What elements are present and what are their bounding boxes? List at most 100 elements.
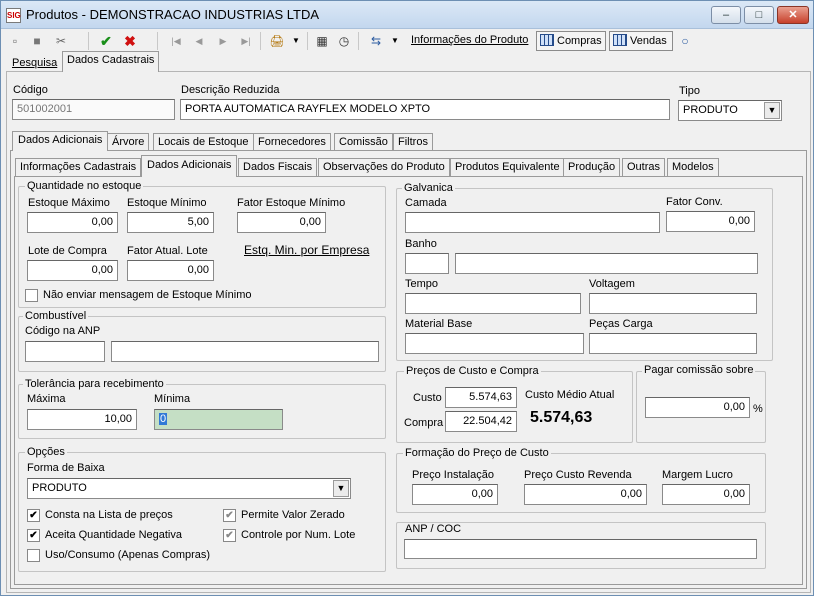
compra-field[interactable]: 22.504,42 (445, 411, 517, 432)
print-icon[interactable]: 🖨 (268, 32, 286, 50)
anp-description-field[interactable] (111, 341, 379, 362)
vendas-label: Vendas (630, 35, 667, 47)
tempo-field[interactable] (405, 293, 581, 314)
tab-dados-cadastrais[interactable]: Dados Cadastrais (62, 51, 160, 72)
uso-consumo-checkbox[interactable] (27, 549, 40, 562)
calendar-icon (613, 34, 627, 46)
print-dropdown-icon[interactable]: ▼ (290, 32, 302, 50)
lote-compra-field[interactable]: 0,00 (27, 260, 118, 281)
forma-baixa-select[interactable]: PRODUTO (27, 478, 351, 499)
galvanica-group-title: Galvanica (402, 182, 455, 194)
estoque-group-title: Quantidade no estoque (25, 180, 144, 192)
anp-coc-field[interactable] (404, 539, 757, 559)
aceita-negativa-checkbox[interactable]: ✔ (27, 529, 40, 542)
minimize-button[interactable]: – (711, 6, 741, 24)
subtab-informacoes-cadastrais[interactable]: Informações Cadastrais (15, 158, 142, 176)
descricao-label: Descrição Reduzida (181, 84, 280, 96)
first-icon[interactable]: |◀ (167, 32, 185, 50)
tolerancia-min-value: 0 (159, 413, 168, 425)
anp-code-field[interactable] (25, 341, 105, 362)
tab-comissao[interactable]: Comissão (334, 133, 393, 151)
delete-icon[interactable]: ✂ (53, 32, 69, 50)
permite-zerado-checkbox[interactable]: ✔ (223, 509, 236, 522)
uso-consumo-label: Uso/Consumo (Apenas Compras) (45, 549, 211, 561)
banho-description-field[interactable] (455, 253, 758, 274)
confirm-icon[interactable]: ✔ (98, 32, 114, 50)
calculator-icon[interactable]: ▦ (314, 32, 330, 50)
pecas-carga-label: Peças Carga (589, 318, 653, 330)
vendas-button[interactable]: Vendas (609, 31, 673, 51)
descricao-field[interactable]: PORTA AUTOMATICA RAYFLEX MODELO XPTO (180, 99, 670, 120)
subtab-dados-adicionais[interactable]: Dados Adicionais (141, 155, 238, 177)
consta-lista-checkbox[interactable]: ✔ (27, 509, 40, 522)
next-icon[interactable]: ▶ (215, 32, 231, 50)
fator-conv-field[interactable]: 0,00 (666, 211, 755, 232)
subtab-producao[interactable]: Produção (563, 158, 621, 176)
subtab-outras[interactable]: Outras (622, 158, 666, 176)
banho-code-field[interactable] (405, 253, 449, 274)
custo-medio-label: Custo Médio Atual (525, 389, 615, 401)
last-icon[interactable]: ▶| (237, 32, 255, 50)
tab-pesquisa[interactable]: Pesquisa (7, 54, 62, 72)
opcoes-group-title: Opções (25, 446, 67, 458)
tab-arvore[interactable]: Árvore (107, 133, 150, 151)
fator-min-field[interactable]: 0,00 (237, 212, 326, 233)
tipo-label: Tipo (679, 85, 700, 97)
fator-lote-field[interactable]: 0,00 (127, 260, 214, 281)
prev-icon[interactable]: ◀ (191, 32, 207, 50)
estoque-max-field[interactable]: 0,00 (27, 212, 118, 233)
tab-fornecedores[interactable]: Fornecedores (253, 133, 331, 151)
custo-medio-value: 5.574,63 (530, 409, 593, 426)
estoque-min-field[interactable]: 5,00 (127, 212, 214, 233)
comissao-field[interactable]: 0,00 (645, 397, 750, 418)
fator-lote-label: Fator Atual. Lote (127, 245, 208, 257)
subtab-produtos-equivalente[interactable]: Produtos Equivalente (450, 158, 565, 176)
cancel-icon[interactable]: ✖ (122, 32, 138, 50)
combustivel-group-title: Combustível (23, 310, 89, 322)
toolbar-divider (88, 32, 89, 50)
codigo-label: Código (13, 84, 48, 96)
toolbar-divider (307, 32, 308, 50)
chevron-down-icon[interactable]: ▼ (333, 480, 349, 497)
subtab-observacoes[interactable]: Observações do Produto (318, 158, 450, 176)
controle-lote-label: Controle por Num. Lote (241, 529, 356, 541)
tolerancia-min-field[interactable]: 0 (154, 409, 283, 430)
fator-conv-label: Fator Conv. (666, 196, 723, 208)
history-icon[interactable]: ◷ (336, 32, 352, 50)
margem-field[interactable]: 0,00 (662, 484, 750, 505)
save-icon[interactable]: ■ (30, 32, 44, 50)
subtab-dados-fiscais[interactable]: Dados Fiscais (238, 158, 318, 176)
revenda-field[interactable]: 0,00 (524, 484, 647, 505)
new-icon[interactable]: ▫ (8, 32, 22, 50)
tab-filtros[interactable]: Filtros (393, 133, 433, 151)
chevron-down-icon[interactable]: ▼ (764, 102, 780, 119)
pecas-carga-field[interactable] (589, 333, 757, 354)
tab-locais-estoque[interactable]: Locais de Estoque (153, 133, 254, 151)
custo-field[interactable]: 5.574,63 (445, 387, 517, 408)
maximize-button[interactable]: □ (744, 6, 774, 24)
tolerancia-max-field[interactable]: 10,00 (27, 409, 137, 430)
tab-dados-adicionais[interactable]: Dados Adicionais (12, 131, 109, 151)
material-base-label: Material Base (405, 318, 473, 330)
camada-field[interactable] (405, 212, 660, 233)
export-dropdown-icon[interactable]: ▼ (389, 32, 401, 50)
subtab-modelos[interactable]: Modelos (667, 158, 719, 176)
voltagem-field[interactable] (589, 293, 757, 314)
estoque-empresa-link[interactable]: Estq. Min. por Empresa (244, 243, 369, 257)
codigo-field[interactable]: 501002001 (12, 99, 175, 120)
controle-lote-checkbox[interactable]: ✔ (223, 529, 236, 542)
instalacao-label: Preço Instalação (412, 469, 494, 481)
anp-label: Código na ANP (25, 325, 101, 337)
comissao-group-title: Pagar comissão sobre (642, 364, 756, 376)
compras-button[interactable]: Compras (536, 31, 606, 51)
material-base-field[interactable] (405, 333, 584, 354)
status-circle-icon[interactable]: ○ (678, 32, 692, 50)
export-icon[interactable]: ⇆ (367, 32, 385, 50)
close-button[interactable]: ✕ (777, 6, 809, 24)
formacao-group-title: Formação do Preço de Custo (403, 447, 551, 459)
instalacao-field[interactable]: 0,00 (412, 484, 498, 505)
estoque-min-label: Estoque Mínimo (127, 197, 207, 209)
main-window: SIG Produtos - DEMONSTRACAO INDUSTRIAS L… (0, 0, 814, 596)
nao-enviar-checkbox[interactable] (25, 289, 38, 302)
product-info-link[interactable]: Informações do Produto (411, 34, 528, 46)
